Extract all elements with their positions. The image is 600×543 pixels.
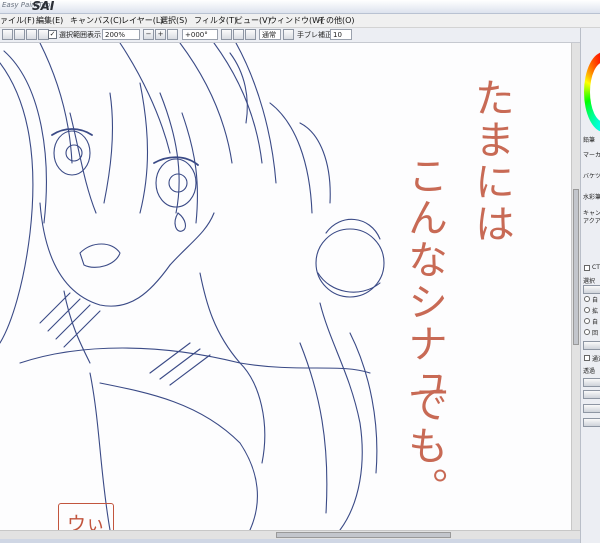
transparency-label: 透過 <box>583 368 596 375</box>
radio-icon[interactable] <box>584 307 590 313</box>
panel-button-6[interactable] <box>583 418 600 427</box>
horizontal-scroll-thumb[interactable] <box>276 532 451 538</box>
menu-select[interactable]: 選択(S) <box>160 15 187 26</box>
show-selection-label: 選択範囲表示 <box>59 31 101 39</box>
vertical-scroll-thumb[interactable] <box>573 189 579 345</box>
radio-label-3: 自 <box>592 319 599 326</box>
menu-window[interactable]: ウィンドウ(W) <box>269 15 323 26</box>
menu-canvas[interactable]: キャンバス(C) <box>70 15 122 26</box>
toolbar-button-2[interactable] <box>14 29 25 40</box>
menu-file[interactable]: ファイル(F) <box>0 15 35 26</box>
checkbox-icon[interactable] <box>584 355 590 361</box>
menu-layer[interactable]: レイヤー(L) <box>121 15 163 26</box>
radio-icon[interactable] <box>584 329 590 335</box>
app-name: SAI <box>32 0 55 13</box>
ct-label: CT <box>592 264 600 271</box>
tool-watercolor-label[interactable]: 水彩筆 <box>583 192 600 201</box>
rotation-select[interactable]: +000° <box>182 29 218 40</box>
menu-other[interactable]: その他(O) <box>318 15 355 26</box>
tool-marker-label[interactable]: マーカー <box>583 150 600 159</box>
tool-bucket-label[interactable]: バケツ <box>583 171 600 180</box>
show-selection-checkbox[interactable]: ✓ <box>48 30 57 39</box>
radio-icon[interactable] <box>584 296 590 302</box>
canvas-toolbar: ✓ 選択範囲表示 200% − + +000° 通常 手ブレ補正 10 <box>0 28 580 43</box>
radio-label-4: 回 <box>592 330 599 337</box>
panel-button-2[interactable] <box>583 341 600 350</box>
menu-view[interactable]: ビュー(V) <box>235 15 271 26</box>
menu-edit[interactable]: 編集(E) <box>36 15 63 26</box>
panel-button-3[interactable] <box>583 378 600 387</box>
menu-filter[interactable]: フィルタ(T) <box>194 15 237 26</box>
tool-pencil-label[interactable]: 鉛筆 <box>583 135 595 144</box>
signature-stamp: ウぃ <box>58 503 114 530</box>
panel-button-4[interactable] <box>583 390 600 399</box>
zoom-in-button[interactable]: + <box>155 29 166 40</box>
zoom-select[interactable]: 200% <box>102 29 140 40</box>
radio-icon[interactable] <box>584 318 590 324</box>
blend-mode-select[interactable]: 通常 <box>259 29 281 40</box>
status-bar <box>0 539 600 543</box>
zoom-out-button[interactable]: − <box>143 29 154 40</box>
panel-button-1[interactable] <box>583 285 600 294</box>
zoom-reset-button[interactable] <box>167 29 178 40</box>
flip-button[interactable] <box>283 29 294 40</box>
radio-label-1: 自 <box>592 297 599 304</box>
radio-label-2: 拡 <box>592 308 599 315</box>
handwritten-text-2: こんなシナュ <box>401 155 447 407</box>
checkbox-icon[interactable] <box>584 265 590 271</box>
title-bar: Easy PaintTool SAI <box>0 0 600 14</box>
menu-bar: ファイル(F) 編集(E) キャンバス(C) レイヤー(L) 選択(S) フィル… <box>0 14 600 28</box>
stabilizer-select[interactable]: 10 <box>330 29 352 40</box>
toolbar-button-1[interactable] <box>2 29 13 40</box>
panel-button-5[interactable] <box>583 404 600 413</box>
rotate-right-button[interactable] <box>233 29 244 40</box>
rotate-reset-button[interactable] <box>245 29 256 40</box>
passthrough-label: 通過 <box>592 356 600 363</box>
stabilizer-label: 手ブレ補正 <box>297 31 332 39</box>
handwritten-text-1: たまには <box>468 77 514 245</box>
toolbar-button-3[interactable] <box>26 29 37 40</box>
selection-label: 選択 <box>583 278 596 285</box>
drawing-canvas[interactable]: たまには こんなシナュ でも。 ウぃ <box>0 43 571 530</box>
tool-aqua-label[interactable]: アクア <box>583 216 600 225</box>
rotate-left-button[interactable] <box>221 29 232 40</box>
handwritten-text-3: でも。 <box>401 383 447 509</box>
